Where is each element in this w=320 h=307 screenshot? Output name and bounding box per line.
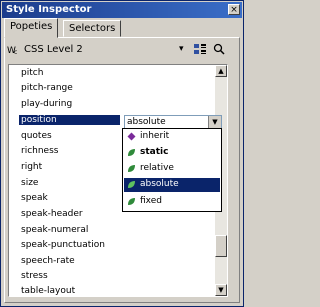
style-inspector-window: Style Inspector × Popeties Selectors Wc … [0,0,244,307]
scroll-up-icon[interactable]: ▲ [215,65,227,77]
option-fixed[interactable]: fixed [124,195,220,209]
list-item[interactable]: stress [9,270,217,284]
scroll-down-icon[interactable]: ▼ [215,284,227,296]
green-leaf-icon [128,165,135,172]
option-relative[interactable]: relative [124,162,220,176]
property-name: pitch [21,68,44,78]
chevron-down-icon[interactable]: ▾ [179,44,184,54]
window-title: Style Inspector [6,4,92,15]
tab-selectors[interactable]: Selectors [63,20,122,37]
toolbar: Wc CSS Level 2 ▾ [7,42,237,58]
option-label: inherit [140,131,170,141]
position-value-select[interactable]: absolute ▼ [124,115,222,129]
list-item[interactable]: speak-numeral [9,224,217,238]
property-name: stress [21,271,48,281]
list-item[interactable]: speech-rate [9,255,217,269]
scroll-thumb[interactable] [215,235,227,257]
green-leaf-icon [128,198,135,205]
list-item[interactable]: pitch [9,67,217,81]
property-name: pitch-range [21,83,73,93]
purple-diamond-icon [127,132,136,141]
tab-properties[interactable]: Popeties [4,18,59,38]
property-name: play-during [21,99,73,109]
search-icon[interactable] [213,43,225,58]
list-item[interactable]: play-during [9,98,217,112]
property-name: position [19,115,120,125]
property-name: right [21,162,43,172]
property-name: speak-header [21,209,83,219]
css-profile-label[interactable]: CSS Level 2 [24,44,83,55]
tab-properties-label: Popeties [10,21,53,32]
position-value: absolute [127,117,166,127]
option-label: relative [140,163,174,173]
grid-icon[interactable] [193,43,207,58]
property-name: richness [21,146,59,156]
close-icon[interactable]: × [228,4,240,15]
option-label: static [140,147,169,157]
option-static[interactable]: static [124,146,220,160]
svg-text:c: c [14,49,17,55]
property-name: table-layout [21,286,76,296]
list-item[interactable]: speak-punctuation [9,239,217,253]
tab-selectors-label: Selectors [69,23,116,34]
property-name: size [21,178,39,188]
chevron-down-icon[interactable]: ▼ [208,116,221,128]
green-leaf-icon [128,149,135,156]
property-name: speak-numeral [21,225,89,235]
option-label: absolute [140,179,179,189]
option-label: fixed [140,196,162,206]
list-item[interactable]: pitch-range [9,82,217,96]
property-name: quotes [21,131,52,141]
list-item[interactable]: table-layout [9,285,217,296]
option-absolute[interactable]: absolute [124,178,220,192]
title-bar[interactable]: Style Inspector × [2,2,242,18]
property-name: speak [21,193,48,203]
position-options-dropdown: inherit static relative absolute fixed [122,128,222,212]
option-inherit[interactable]: inherit [124,130,220,144]
property-name: speech-rate [21,256,75,266]
property-name: speak-punctuation [21,240,105,250]
green-leaf-icon [128,181,135,188]
wc-icon: Wc [7,43,21,58]
